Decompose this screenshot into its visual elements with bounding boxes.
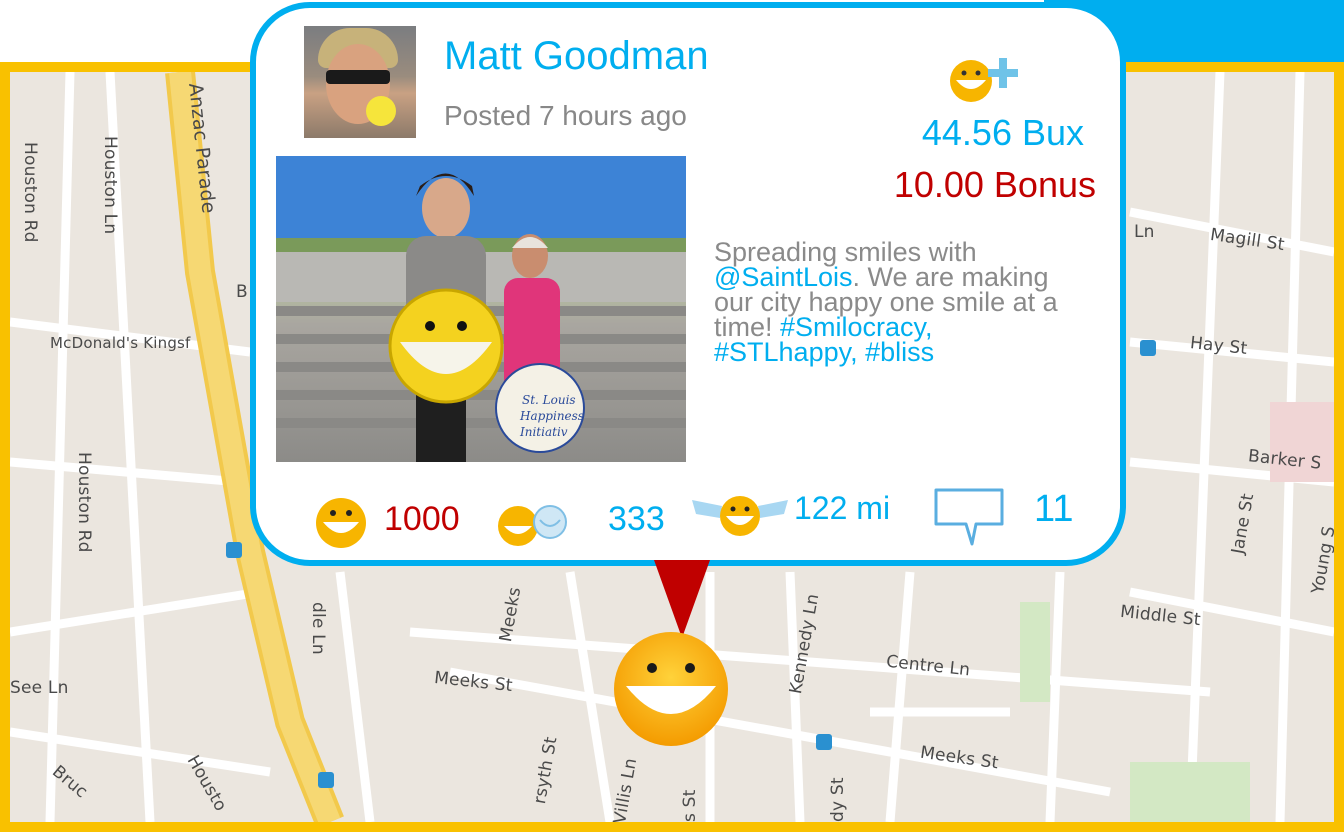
avatar-smile-badge bbox=[366, 96, 396, 126]
bux-amount: 44.56 Bux bbox=[921, 112, 1084, 153]
avatar[interactable] bbox=[304, 26, 416, 138]
park-area bbox=[1130, 762, 1250, 822]
smile-map-marker-icon[interactable] bbox=[612, 630, 730, 748]
shares-count: 333 bbox=[608, 500, 665, 538]
svg-text:St. Louis: St. Louis bbox=[522, 393, 576, 407]
bonus-amount: 10.00 Bonus bbox=[893, 164, 1096, 205]
post-timestamp: Posted 7 hours ago bbox=[444, 100, 687, 131]
svg-text:Initiativ: Initiativ bbox=[519, 425, 568, 439]
map-label: dy St bbox=[828, 777, 848, 822]
svg-text:Happiness: Happiness bbox=[519, 409, 584, 423]
map-label: Houston Rd bbox=[74, 452, 94, 553]
user-name[interactable]: Matt Goodman bbox=[444, 34, 709, 79]
post-card[interactable]: Matt Goodman Posted 7 hours ago 44.56 Bu… bbox=[250, 2, 1126, 566]
smile-bubble-icon[interactable] bbox=[496, 504, 570, 548]
map-label: Houston Ln bbox=[100, 136, 120, 235]
map-label: dle Ln bbox=[308, 602, 328, 655]
winged-smile-icon[interactable] bbox=[686, 490, 794, 536]
post-photo[interactable]: St. Louis Happiness Initiativ bbox=[276, 156, 686, 462]
post-photo-art: St. Louis Happiness Initiativ bbox=[276, 156, 686, 462]
smile-icon[interactable] bbox=[314, 496, 368, 550]
popup-pointer bbox=[654, 560, 710, 638]
map-label: Houston Rd bbox=[20, 142, 40, 243]
distance-value: 122 mi bbox=[794, 490, 891, 526]
avatar-glasses bbox=[326, 70, 390, 84]
map-label: B bbox=[236, 282, 248, 302]
map-label: McDonald's Kingsf bbox=[50, 334, 191, 352]
map-label: Ln bbox=[1134, 222, 1155, 242]
post-text: Spreading smiles with @SaintLois. We are… bbox=[714, 239, 1060, 366]
comment-bubble-icon[interactable] bbox=[932, 486, 1006, 548]
plus-icon[interactable] bbox=[986, 56, 1020, 90]
stats-row: 1000 333 122 mi 11 bbox=[256, 484, 1120, 548]
smiles-count: 1000 bbox=[384, 500, 460, 538]
map-label: See Ln bbox=[10, 678, 69, 698]
park-area-small bbox=[1020, 602, 1050, 702]
comments-count: 11 bbox=[1034, 488, 1074, 530]
map-label: s St bbox=[680, 789, 700, 822]
